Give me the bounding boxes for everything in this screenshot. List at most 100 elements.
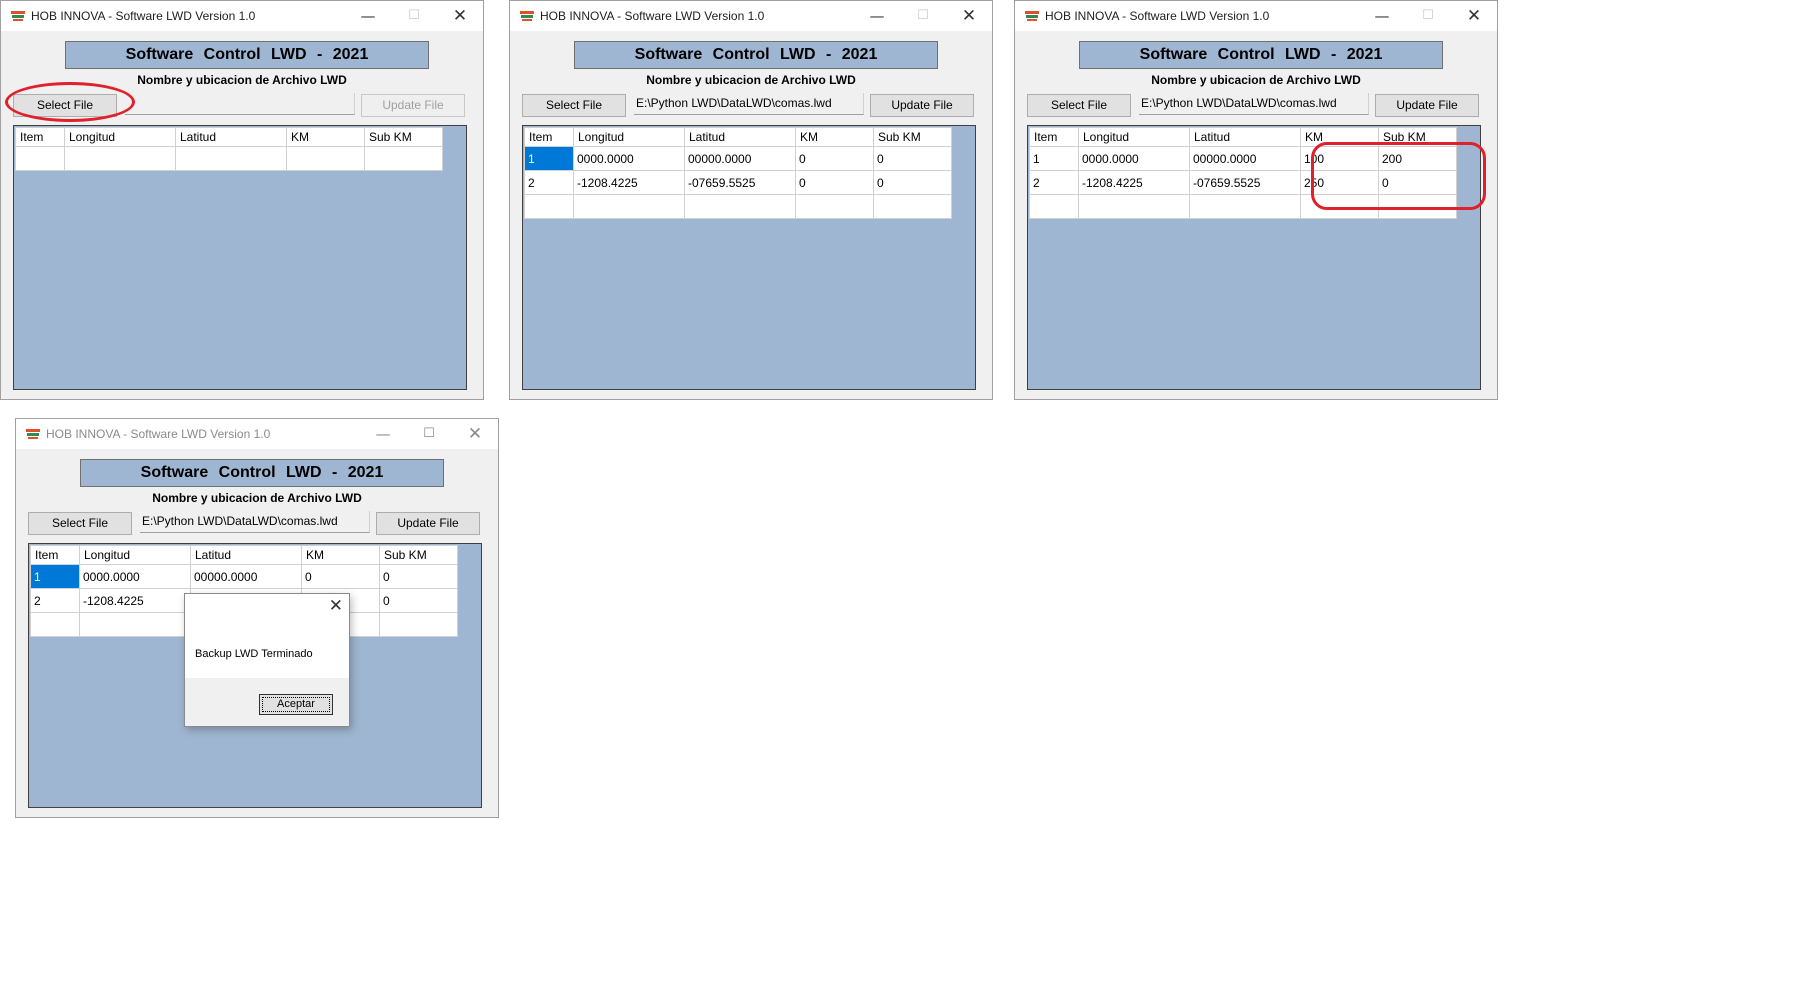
table-row-new[interactable] <box>15 146 443 171</box>
data-grid[interactable]: Item Longitud Latitud KM Sub KM 1 0000.0… <box>1027 125 1481 390</box>
update-file-button[interactable]: Update File <box>361 94 465 117</box>
minimize-icon[interactable]: — <box>345 1 391 31</box>
column-header-sub-km[interactable]: Sub KM <box>364 127 443 147</box>
update-file-button[interactable]: Update File <box>1375 94 1479 117</box>
column-header-km[interactable]: KM <box>1300 127 1379 147</box>
table-cell[interactable] <box>1189 194 1301 219</box>
table-row[interactable]: 1 0000.0000 00000.0000 0 0 <box>524 146 952 171</box>
file-path-field[interactable]: E:\Python LWD\DataLWD\comas.lwd <box>634 93 864 115</box>
table-row[interactable]: 2 -1208.4225 -07659.5525 250 0 <box>1029 170 1457 195</box>
table-cell-sub-km[interactable]: 0 <box>379 564 458 589</box>
select-file-button[interactable]: Select File <box>28 512 132 535</box>
table-cell-item[interactable]: 2 <box>30 588 80 613</box>
title-bar[interactable]: HOB INNOVA - Software LWD Version 1.0 — … <box>1015 1 1497 31</box>
table-cell-latitud[interactable]: 00000.0000 <box>1189 146 1301 171</box>
table-cell[interactable] <box>1078 194 1190 219</box>
table-row[interactable]: 1 0000.0000 00000.0000 100 200 <box>1029 146 1457 171</box>
file-path-field[interactable]: E:\Python LWD\DataLWD\comas.lwd <box>140 511 370 533</box>
column-header-longitud[interactable]: Longitud <box>1078 127 1190 147</box>
update-file-button[interactable]: Update File <box>376 512 480 535</box>
table-cell[interactable] <box>79 612 191 637</box>
table-cell[interactable] <box>286 146 365 171</box>
title-bar[interactable]: HOB INNOVA - Software LWD Version 1.0 — … <box>510 1 992 31</box>
table-row-new[interactable] <box>524 194 952 219</box>
table-cell[interactable] <box>1300 194 1379 219</box>
maximize-icon[interactable]: ☐ <box>391 1 437 31</box>
title-bar[interactable]: HOB INNOVA - Software LWD Version 1.0 — … <box>16 419 498 449</box>
table-cell-sub-km[interactable]: 0 <box>873 170 952 195</box>
file-path-field[interactable] <box>125 93 355 115</box>
table-cell[interactable] <box>175 146 287 171</box>
column-header-latitud[interactable]: Latitud <box>684 127 796 147</box>
minimize-icon[interactable]: — <box>360 419 406 449</box>
column-header-item[interactable]: Item <box>15 127 65 147</box>
column-header-latitud[interactable]: Latitud <box>190 545 302 565</box>
column-header-item[interactable]: Item <box>30 545 80 565</box>
table-cell-longitud[interactable]: 0000.0000 <box>79 564 191 589</box>
table-cell-km[interactable]: 100 <box>1300 146 1379 171</box>
maximize-icon[interactable]: ☐ <box>900 1 946 31</box>
update-file-button[interactable]: Update File <box>870 94 974 117</box>
column-header-item[interactable]: Item <box>1029 127 1079 147</box>
close-icon[interactable]: ✕ <box>452 419 498 449</box>
table-cell-longitud[interactable]: 0000.0000 <box>1078 146 1190 171</box>
maximize-icon[interactable]: ☐ <box>406 419 452 449</box>
table-cell-item[interactable]: 2 <box>1029 170 1079 195</box>
column-header-km[interactable]: KM <box>286 127 365 147</box>
table-cell-item[interactable]: 1 <box>1029 146 1079 171</box>
table-row[interactable]: 2 -1208.4225 -07659.5525 0 0 <box>524 170 952 195</box>
maximize-icon[interactable]: ☐ <box>1405 1 1451 31</box>
table-cell-latitud[interactable]: 00000.0000 <box>190 564 302 589</box>
table-cell-sub-km[interactable]: 0 <box>1378 170 1457 195</box>
table-cell[interactable] <box>573 194 685 219</box>
table-cell-item[interactable]: 1 <box>524 146 574 171</box>
file-path-field[interactable]: E:\Python LWD\DataLWD\comas.lwd <box>1139 93 1369 115</box>
table-cell-sub-km[interactable]: 0 <box>873 146 952 171</box>
column-header-longitud[interactable]: Longitud <box>573 127 685 147</box>
column-header-latitud[interactable]: Latitud <box>1189 127 1301 147</box>
table-cell-sub-km[interactable]: 200 <box>1378 146 1457 171</box>
table-cell-km[interactable]: 0 <box>301 564 380 589</box>
dialog-close-icon[interactable]: ✕ <box>329 596 343 616</box>
table-cell[interactable] <box>15 146 65 171</box>
table-cell-longitud[interactable]: -1208.4225 <box>79 588 191 613</box>
accept-button[interactable]: Aceptar <box>259 694 333 715</box>
column-header-km[interactable]: KM <box>301 545 380 565</box>
close-icon[interactable]: ✕ <box>437 1 483 31</box>
table-cell-sub-km[interactable]: 0 <box>379 588 458 613</box>
close-icon[interactable]: ✕ <box>1451 1 1497 31</box>
table-cell-item[interactable]: 1 <box>30 564 80 589</box>
table-cell[interactable] <box>30 612 80 637</box>
column-header-km[interactable]: KM <box>795 127 874 147</box>
table-cell-latitud[interactable]: -07659.5525 <box>684 170 796 195</box>
data-grid[interactable]: Item Longitud Latitud KM Sub KM <box>13 125 467 390</box>
column-header-item[interactable]: Item <box>524 127 574 147</box>
column-header-sub-km[interactable]: Sub KM <box>873 127 952 147</box>
select-file-button[interactable]: Select File <box>522 94 626 117</box>
title-bar[interactable]: HOB INNOVA - Software LWD Version 1.0 — … <box>1 1 483 31</box>
column-header-longitud[interactable]: Longitud <box>79 545 191 565</box>
minimize-icon[interactable]: — <box>1359 1 1405 31</box>
table-row-new[interactable] <box>1029 194 1457 219</box>
table-cell-longitud[interactable]: -1208.4225 <box>573 170 685 195</box>
minimize-icon[interactable]: — <box>854 1 900 31</box>
table-cell[interactable] <box>64 146 176 171</box>
table-row[interactable]: 1 0000.0000 00000.0000 0 0 <box>30 564 458 589</box>
table-cell-longitud[interactable]: -1208.4225 <box>1078 170 1190 195</box>
table-cell[interactable] <box>524 194 574 219</box>
table-cell-latitud[interactable]: -07659.5525 <box>1189 170 1301 195</box>
table-cell[interactable] <box>684 194 796 219</box>
data-grid[interactable]: Item Longitud Latitud KM Sub KM 1 0000.0… <box>522 125 976 390</box>
table-cell[interactable] <box>1378 194 1457 219</box>
column-header-sub-km[interactable]: Sub KM <box>1378 127 1457 147</box>
table-cell-km[interactable]: 250 <box>1300 170 1379 195</box>
table-cell-km[interactable]: 0 <box>795 146 874 171</box>
column-header-latitud[interactable]: Latitud <box>175 127 287 147</box>
column-header-sub-km[interactable]: Sub KM <box>379 545 458 565</box>
table-cell-longitud[interactable]: 0000.0000 <box>573 146 685 171</box>
table-cell[interactable] <box>795 194 874 219</box>
column-header-longitud[interactable]: Longitud <box>64 127 176 147</box>
table-cell-latitud[interactable]: 00000.0000 <box>684 146 796 171</box>
close-icon[interactable]: ✕ <box>946 1 992 31</box>
table-cell-item[interactable]: 2 <box>524 170 574 195</box>
